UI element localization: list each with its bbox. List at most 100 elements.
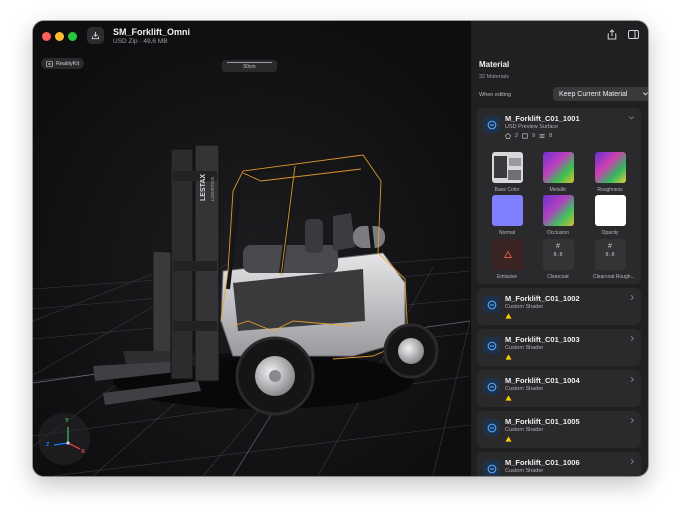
axis-x-label: X <box>81 449 85 455</box>
texture-thumbnail <box>594 152 626 183</box>
material-name: M_Forklift_C01_1005 <box>505 417 580 426</box>
renderer-badge[interactable]: RealityKit <box>41 58 85 69</box>
texture-opacity[interactable]: Opacity <box>593 195 627 236</box>
renderer-label: RealityKit <box>56 60 80 67</box>
texture-roughness[interactable]: Roughness <box>593 152 627 193</box>
warning-icon <box>505 436 512 442</box>
material-glyph <box>487 464 496 473</box>
share-icon <box>607 29 616 40</box>
clearcoat-roughness-value: 0.0 <box>605 252 615 258</box>
texture-label: Occlusion <box>547 230 569 236</box>
when-editing-label: When editing <box>479 92 512 98</box>
scale-line <box>227 62 272 63</box>
material-subtitle: Custom Shader <box>505 345 544 351</box>
chevron-right-icon[interactable] <box>629 417 635 424</box>
close-window-button[interactable] <box>42 32 51 41</box>
warning-icon <box>505 354 512 360</box>
when-editing-value: Keep Current Material <box>559 90 628 98</box>
image-icon <box>522 133 528 139</box>
forklift-brand-text: LESTAX <box>200 174 207 201</box>
material-icon <box>483 337 500 354</box>
axis-gizmo[interactable]: Y X Z <box>38 413 90 465</box>
material-name: M_Forklift_C01_1006 <box>505 458 580 467</box>
chevron-right-icon[interactable] <box>629 335 635 342</box>
download-icon <box>91 31 100 40</box>
material-card[interactable]: M_Forklift_C01_1002 Custom Shader <box>477 288 641 325</box>
minimize-window-button[interactable] <box>55 32 64 41</box>
sidebar-icon <box>628 30 639 39</box>
texture-base-color[interactable]: Base Color <box>490 152 524 193</box>
forklift-rear-wheel <box>383 323 439 379</box>
material-icon <box>483 116 500 133</box>
material-glyph <box>487 300 496 309</box>
download-button[interactable] <box>87 27 104 44</box>
scale-indicator: 50cm <box>222 60 277 72</box>
chevron-right-icon[interactable] <box>629 376 635 383</box>
shape-icon <box>505 133 511 139</box>
material-card[interactable]: M_Forklift_C01_1003 Custom Shader <box>477 329 641 366</box>
material-name: M_Forklift_C01_1003 <box>505 335 580 344</box>
warning-icon <box>503 251 512 258</box>
chevron-right-icon[interactable] <box>629 294 635 301</box>
texture-occlusion[interactable]: Occlusion <box>541 195 575 236</box>
viewport[interactable]: LESTAX LOGISTICS SM_Forklift_Omni USD Zi… <box>33 21 470 476</box>
texture-emissive[interactable]: Emissive <box>490 239 524 280</box>
texture-thumbnail <box>542 152 574 183</box>
material-icon <box>483 378 500 395</box>
texture-clearcoat-roughness[interactable]: # 0.0 Clearcoat Rough... <box>593 239 635 280</box>
app-window: LESTAX LOGISTICS SM_Forklift_Omni USD Zi… <box>33 21 648 476</box>
share-button[interactable] <box>604 27 619 42</box>
sidebar-toggle-button[interactable] <box>626 27 641 42</box>
material-subtitle: Custom Shader <box>505 386 544 392</box>
texture-label: Clearcoat <box>547 274 569 280</box>
axis-y-label: Y <box>65 418 69 424</box>
texture-thumbnail <box>491 195 523 226</box>
titlebar: SM_Forklift_Omni USD Zip · 49,6 MB <box>33 21 470 55</box>
document-subtitle: USD Zip · 49,6 MB <box>113 38 168 45</box>
scene-render[interactable]: LESTAX LOGISTICS <box>33 21 470 476</box>
warning-icon <box>505 313 512 319</box>
material-name: M_Forklift_C01_1004 <box>505 376 580 385</box>
material-glyph <box>487 120 496 129</box>
material-stats: 2 9 8 <box>505 133 552 139</box>
stat-properties-count: 8 <box>549 133 553 139</box>
texture-metallic[interactable]: Metallic <box>541 152 575 193</box>
material-card[interactable]: M_Forklift_C01_1004 Custom Shader <box>477 370 641 407</box>
material-card[interactable]: M_Forklift_C01_1005 Custom Shader <box>477 411 641 448</box>
axis-z-label: Z <box>46 442 50 448</box>
material-count: 32 Materials <box>479 74 509 80</box>
texture-label: Roughness <box>597 187 623 193</box>
texture-clearcoat[interactable]: # 0.0 Clearcoat <box>541 239 575 280</box>
texture-thumbnail <box>491 239 523 270</box>
stat-shapes-count: 2 <box>515 133 519 139</box>
axis-gizmo-lines <box>53 427 81 450</box>
forklift-model-text: LOGISTICS <box>210 177 215 201</box>
stat-textures-count: 9 <box>532 133 536 139</box>
material-card-expanded[interactable]: M_Forklift_C01_1001 USD Preview Surface … <box>477 108 641 284</box>
value-icon: # <box>608 243 612 250</box>
material-subtitle: Custom Shader <box>505 468 544 474</box>
renderer-icon <box>46 60 53 67</box>
when-editing-select[interactable]: Keep Current Material <box>553 87 648 101</box>
material-subtitle: Custom Shader <box>505 304 544 310</box>
warning-icon <box>505 395 512 401</box>
inspector-panel: Material 32 Materials When editing Keep … <box>470 21 648 476</box>
material-card[interactable]: M_Forklift_C01_1006 Custom Shader <box>477 452 641 476</box>
texture-label: Emissive <box>496 274 517 280</box>
texture-normal[interactable]: Normal <box>490 195 524 236</box>
chevron-down-icon <box>642 92 648 96</box>
chevron-down-icon[interactable] <box>628 114 635 121</box>
zoom-window-button[interactable] <box>68 32 77 41</box>
texture-thumbnail <box>491 152 523 183</box>
texture-label: Metallic <box>549 187 567 193</box>
texture-label: Clearcoat Rough... <box>593 274 635 280</box>
section-title: Material <box>479 60 510 69</box>
material-icon <box>483 419 500 436</box>
material-name: M_Forklift_C01_1001 <box>505 114 580 123</box>
document-title: SM_Forklift_Omni <box>113 27 191 37</box>
material-glyph <box>487 341 496 350</box>
texture-thumbnail <box>542 195 574 226</box>
chevron-right-icon[interactable] <box>629 458 635 465</box>
texture-label: Normal <box>498 230 516 236</box>
material-subtitle: USD Preview Surface <box>505 124 559 130</box>
